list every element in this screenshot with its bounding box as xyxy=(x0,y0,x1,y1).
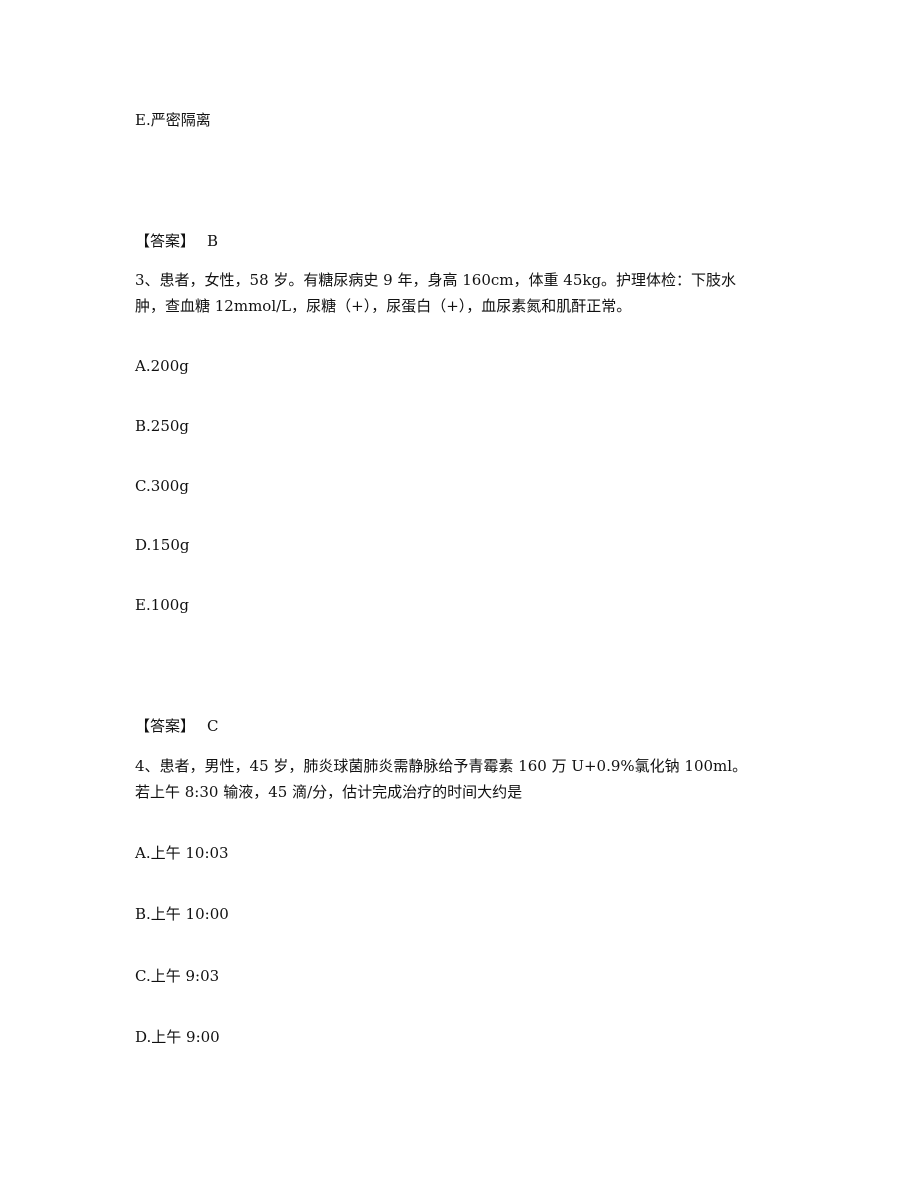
question4-option-a: A.上午 10:03 xyxy=(135,844,229,862)
answer-row-q2: 【答案】 B xyxy=(135,229,218,253)
question4-stem-line1: 4、患者，男性，45 岁，肺炎球菌肺炎需静脉给予青霉素 160 万 U+0.9%… xyxy=(135,757,748,775)
answer-value: B xyxy=(207,232,219,250)
question3-option-b: B.250g xyxy=(135,417,190,435)
answer-value: C xyxy=(207,717,219,735)
question3-option-d: D.150g xyxy=(135,536,190,554)
question4-option-b: B.上午 10:00 xyxy=(135,905,229,923)
question4-stem-line2: 若上午 8:30 输液，45 滴/分，估计完成治疗的时间大约是 xyxy=(135,783,523,801)
answer-label: 【答案】 xyxy=(135,717,196,735)
option-e-prev: E.严密隔离 xyxy=(135,111,211,129)
question3-option-a: A.200g xyxy=(135,357,189,375)
question3-option-e: E.100g xyxy=(135,596,189,614)
question3-stem-line2: 肿，查血糖 12mmol/L，尿糖（+），尿蛋白（+），血尿素氮和肌酐正常。 xyxy=(135,297,632,315)
answer-label: 【答案】 xyxy=(135,232,196,250)
question3-option-c: C.300g xyxy=(135,477,189,495)
answer-row-q3: 【答案】 C xyxy=(135,714,219,738)
question4-option-d: D.上午 9:00 xyxy=(135,1028,220,1046)
question4-option-c: C.上午 9:03 xyxy=(135,967,220,985)
question3-stem-line1: 3、患者，女性，58 岁。有糖尿病史 9 年，身高 160cm，体重 45kg。… xyxy=(135,271,737,289)
